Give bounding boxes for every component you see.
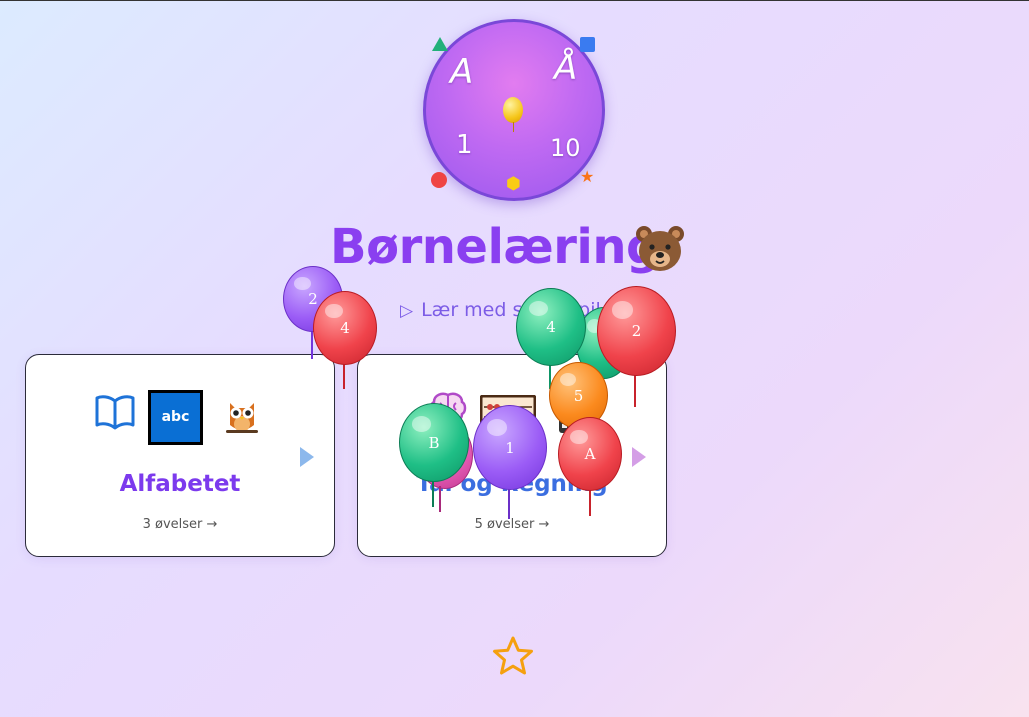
balloon-label: 4: [340, 319, 350, 337]
balloon-label: A: [584, 445, 596, 463]
play-arrow-icon: [632, 447, 646, 467]
balloon-label: 4: [546, 318, 556, 336]
logo-number-10: 10: [550, 134, 581, 162]
small-star-icon: ★: [580, 167, 595, 186]
balloon-label: 5: [573, 386, 584, 405]
hexagon-icon: ⬢: [506, 174, 521, 194]
balloon[interactable]: 4: [516, 288, 586, 366]
mini-balloon-icon: [503, 97, 523, 123]
card-exercise-count: 3 øvelser →: [142, 517, 218, 532]
abc-input-icon: abc: [148, 390, 203, 445]
balloon[interactable]: B: [399, 403, 469, 482]
logo-letter-a: A: [450, 52, 474, 92]
owl-icon: [223, 397, 261, 439]
balloon-string: [439, 486, 441, 512]
balloon-string: [589, 488, 591, 516]
balloon-string: [343, 361, 345, 389]
category-card-alfabetet[interactable]: abc Alfabetet 3 øvelser →: [25, 354, 335, 557]
star-icon[interactable]: [492, 635, 534, 681]
circle-icon: [431, 172, 447, 188]
balloon-string: [634, 373, 636, 407]
triangle-icon: [432, 37, 448, 51]
balloon[interactable]: A: [558, 417, 622, 491]
balloon-label: 1: [505, 438, 515, 457]
balloon-label: B: [428, 433, 440, 452]
balloon[interactable]: 4: [313, 291, 377, 365]
square-icon: [580, 37, 595, 52]
balloon-string: [508, 487, 510, 519]
mini-balloon-string: [513, 122, 514, 132]
balloon-label: 2: [631, 322, 642, 340]
open-book-icon: [94, 393, 136, 435]
bear-face-icon: [634, 223, 686, 279]
balloon[interactable]: 2: [597, 286, 676, 376]
logo-letter-aa: Å: [554, 48, 578, 88]
play-arrow-icon: [300, 447, 314, 467]
play-icon: ▷: [400, 301, 414, 321]
card-exercise-count: 5 øvelser →: [474, 517, 550, 532]
balloon[interactable]: 1: [473, 405, 547, 490]
card-title: Alfabetet: [119, 471, 241, 497]
balloon-string: [432, 479, 434, 507]
logo-number-1: 1: [456, 130, 473, 160]
page-title: Børnelæring: [330, 219, 660, 275]
